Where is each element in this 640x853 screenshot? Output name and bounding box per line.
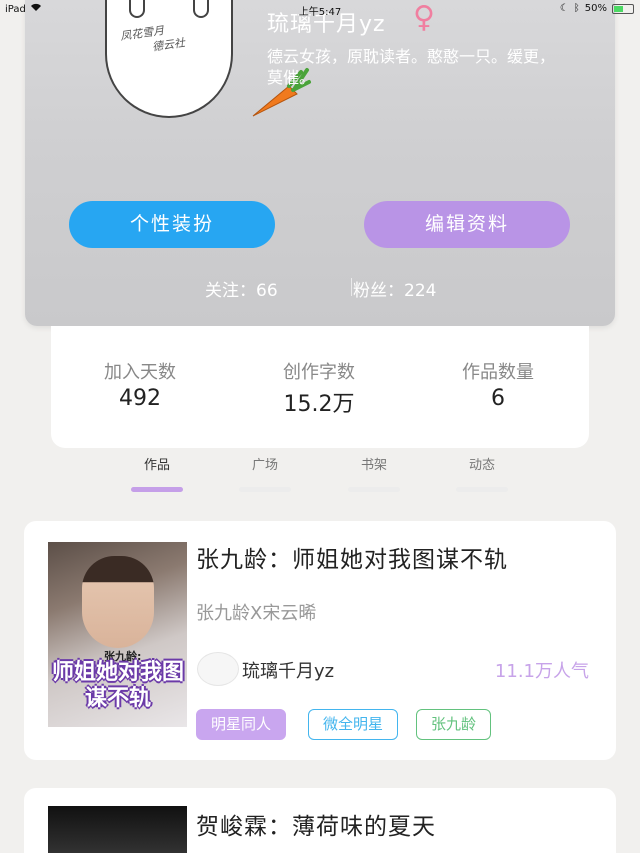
tab-bookshelf[interactable]: 书架 [334,454,414,492]
author-name[interactable]: 琉璃千月yz [242,657,334,683]
tab-square[interactable]: 广场 [225,454,305,492]
stat-value: 492 [119,386,161,411]
stat-label: 作品数量 [462,362,534,383]
follow-row: 关注：66 粉丝：224 [25,276,615,301]
work-cover-image[interactable]: 张九龄: 师姐她对我图谋不轨 [48,542,187,727]
tag-celebrity-fanfic[interactable]: 明星同人 [196,709,287,740]
tab-label: 书架 [360,458,387,473]
tag-all-stars[interactable]: 微全明星 [308,709,399,740]
avatar-calligraphy: 凤花雪月 德云社 [119,23,186,54]
status-bar: iPad 上午5:47 ☾ ᛒ 50% [0,0,640,18]
battery-percent: 50% [584,3,607,14]
followers-count[interactable]: 粉丝：224 [353,276,436,301]
work-pairing: 张九龄X宋云晞 [196,603,317,624]
stats-card: 加入天数 492 创作字数 15.2万 作品数量 6 [51,326,589,448]
stat-value: 15.2万 [283,392,355,417]
work-card[interactable]: 张九龄: 师姐她对我图谋不轨 张九龄：师姐她对我图谋不轨 张九龄X宋云晞 琉璃千… [24,521,616,760]
stat-label: 创作字数 [283,362,355,383]
status-time: 上午5:47 [298,7,342,18]
work-cover-image[interactable] [48,806,187,853]
profile-header: 凤花雪月 德云社 琉璃千月yz ♀ 德云女孩，原耽读者。憨憨一只。缓更，莫催。 … [25,0,615,326]
profile-tabs: 作品 广场 书架 动态 [0,452,640,492]
cover-title: 师姐她对我图谋不轨 [52,660,185,711]
stat-value: 6 [491,386,505,411]
stat-works-count: 作品数量 6 [433,358,563,411]
cover-portrait [82,556,154,648]
stat-label: 加入天数 [104,362,176,383]
author-avatar[interactable] [197,652,239,686]
popularity-count: 11.1万人气 [494,661,589,682]
edit-profile-button[interactable]: 编辑资料 [364,201,570,248]
work-title[interactable]: 张九龄：师姐她对我图谋不轨 [196,540,508,574]
tab-works[interactable]: 作品 [117,454,197,492]
tab-indicator [348,487,400,492]
dress-up-button[interactable]: 个性装扮 [69,201,275,248]
tab-label: 动态 [468,458,495,473]
follow-divider [351,278,352,296]
tab-label: 作品 [143,458,170,473]
battery-icon [612,3,634,14]
stat-join-days: 加入天数 492 [75,358,205,411]
work-title[interactable]: 贺峻霖：薄荷味的夏天 [196,807,436,841]
tag-character[interactable]: 张九龄 [416,709,492,740]
status-right: ☾ ᛒ 50% [560,3,634,14]
following-count[interactable]: 关注：66 [205,276,278,301]
tab-indicator [456,487,508,492]
stat-word-count: 创作字数 15.2万 [254,358,384,418]
tab-indicator [131,487,183,492]
work-card[interactable]: 贺峻霖：薄荷味的夏天 [24,788,616,853]
tab-activity[interactable]: 动态 [442,454,522,492]
user-bio: 德云女孩，原耽读者。憨憨一只。缓更，莫催。 [267,47,556,87]
bluetooth-icon: ᛒ [573,3,580,14]
tab-label: 广场 [251,458,278,473]
moon-icon: ☾ [559,3,569,14]
tab-indicator [239,487,291,492]
